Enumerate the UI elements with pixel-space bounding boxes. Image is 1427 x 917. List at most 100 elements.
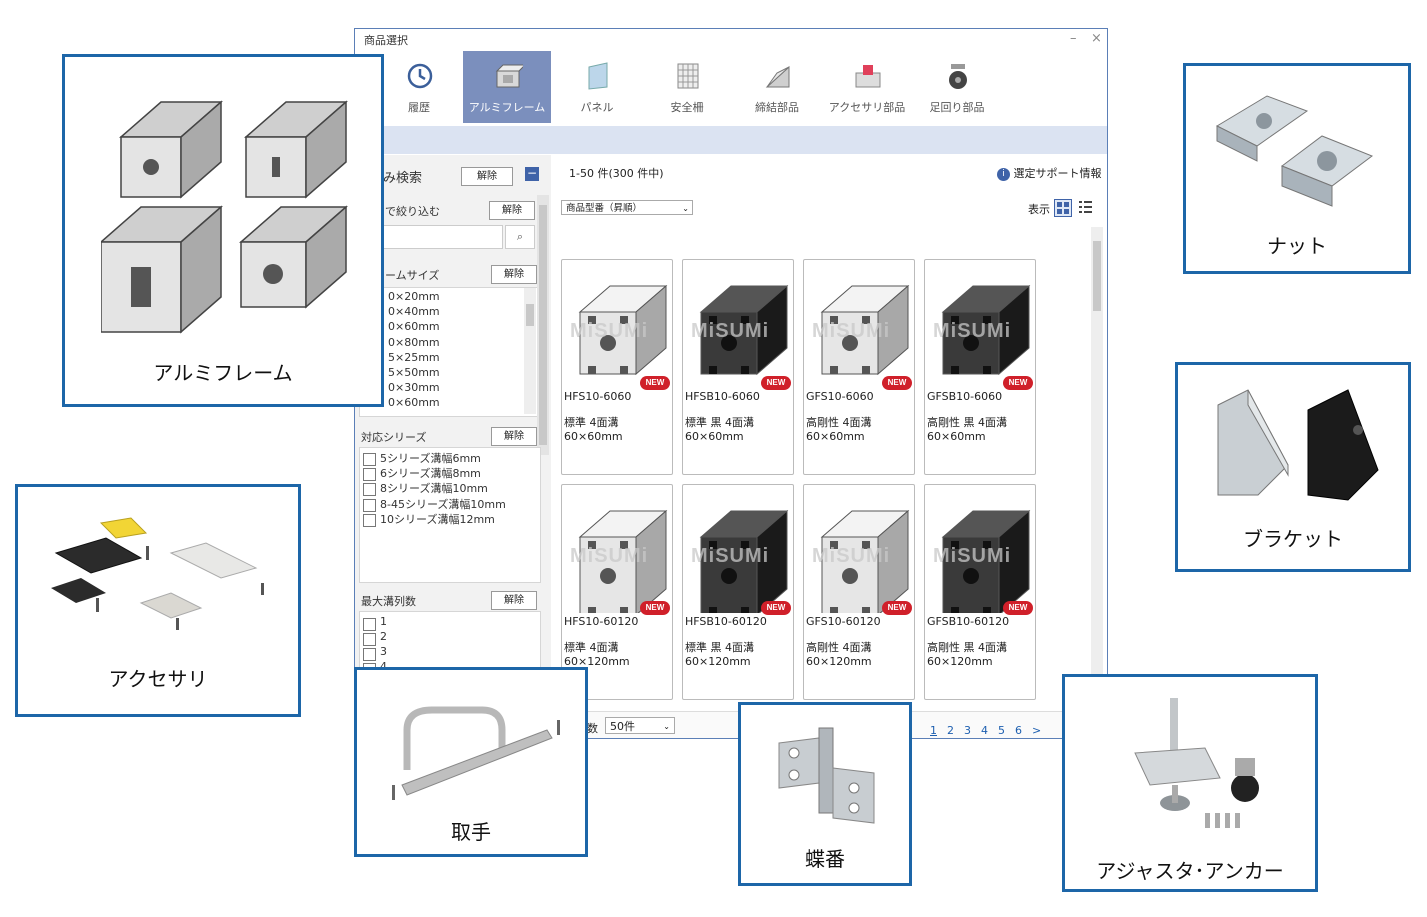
search-icon[interactable]: ⌕ xyxy=(505,225,535,249)
product-code: HFSB10-6060 xyxy=(685,390,760,403)
checkbox[interactable] xyxy=(363,483,376,496)
tab-panel[interactable]: パネル xyxy=(553,51,641,123)
adjuster-anchor-photo xyxy=(1134,698,1259,828)
list-item[interactable]: 2 xyxy=(380,630,387,643)
series-clear-button[interactable]: 解除 xyxy=(491,427,537,446)
list-item[interactable]: 0×40mm xyxy=(388,305,440,318)
frame-size-clear-button[interactable]: 解除 xyxy=(491,265,537,284)
list-item[interactable]: 1 xyxy=(380,615,387,628)
tab-label: 履歴 xyxy=(408,101,430,114)
checkbox[interactable] xyxy=(363,499,376,512)
list-item[interactable]: 0×80mm xyxy=(388,336,440,349)
tab-safety-fence[interactable]: 安全柵 xyxy=(643,51,731,123)
view-label: 表示 xyxy=(1028,203,1050,216)
scrollbar-thumb[interactable] xyxy=(1093,241,1101,311)
list-item[interactable]: 5×25mm xyxy=(388,351,440,364)
product-card[interactable]: MiSUMi NEW GFSB10-60120 高剛性 黒 4面溝 60×120mm xyxy=(924,484,1036,700)
product-code: GFSB10-6060 xyxy=(927,390,1003,403)
product-code: GFS10-60120 xyxy=(806,615,881,628)
product-card[interactable]: MiSUMi NEW HFS10-6060 標準 4面溝 60×60mm xyxy=(561,259,673,475)
list-item[interactable]: 3 xyxy=(380,645,387,658)
page-link-2[interactable]: 2 xyxy=(947,724,954,737)
checkbox[interactable] xyxy=(363,468,376,481)
product-code: GFS10-6060 xyxy=(806,390,874,403)
list-item[interactable]: 8-45シリーズ溝幅10mm xyxy=(380,496,506,512)
next-page-link[interactable]: > xyxy=(1032,724,1041,737)
tab-label: アルミフレーム xyxy=(468,101,546,114)
tab-history[interactable]: 履歴 xyxy=(375,51,463,123)
slot-count-title: 最大溝列数 xyxy=(361,595,416,608)
page-link-1[interactable]: 1 xyxy=(930,724,937,737)
tab-caster[interactable]: 足回り部品 xyxy=(913,51,1001,123)
tab-fastener[interactable]: 締結部品 xyxy=(733,51,821,123)
product-code: HFSB10-60120 xyxy=(685,615,767,628)
tab-aluminum-frame[interactable]: アルミフレーム xyxy=(463,51,551,123)
page-link-5[interactable]: 5 xyxy=(998,724,1005,737)
new-badge: NEW xyxy=(761,601,791,615)
panel-icon xyxy=(588,62,608,90)
list-item[interactable]: 10シリーズ溝幅12mm xyxy=(380,511,495,527)
list-item[interactable]: 0×30mm xyxy=(388,381,440,394)
tab-accessory[interactable]: アクセサリ部品 xyxy=(823,51,911,123)
checkbox[interactable] xyxy=(363,618,376,631)
slot-count-clear-button[interactable]: 解除 xyxy=(491,591,537,610)
new-badge: NEW xyxy=(761,376,791,390)
page-link-3[interactable]: 3 xyxy=(964,724,971,737)
minimize-button[interactable]: – xyxy=(1070,31,1077,46)
product-card[interactable]: MiSUMi NEW GFS10-6060 高剛性 4面溝 60×60mm xyxy=(803,259,915,475)
page-link-6[interactable]: 6 xyxy=(1015,724,1022,737)
scrollbar-thumb[interactable] xyxy=(539,205,547,445)
sidebar-scrollbar[interactable] xyxy=(537,195,549,455)
per-page-select[interactable]: 50件 ⌄ xyxy=(605,717,675,734)
chevron-down-icon: ⌄ xyxy=(663,722,670,731)
list-item[interactable]: 6シリーズ溝幅8mm xyxy=(380,465,481,481)
callout-adjuster-anchor: アジャスタ･アンカー xyxy=(1062,674,1318,892)
handle-photo xyxy=(392,706,560,800)
product-description: 高剛性 黒 4面溝 xyxy=(927,641,1007,654)
watermark: MiSUMi xyxy=(691,545,770,567)
close-button[interactable]: × xyxy=(1091,31,1102,46)
new-badge: NEW xyxy=(882,376,912,390)
tab-label: パネル xyxy=(580,101,614,114)
watermark: MiSUMi xyxy=(933,545,1012,567)
frame-size-scrollbar[interactable] xyxy=(524,288,536,414)
product-description: 高剛性 4面溝 xyxy=(806,641,872,654)
list-item[interactable]: 8シリーズ溝幅10mm xyxy=(380,480,488,496)
refine-clear-button[interactable]: 解除 xyxy=(461,167,513,186)
watermark: MiSUMi xyxy=(570,545,649,567)
list-item[interactable]: 5シリーズ溝幅6mm xyxy=(380,450,481,466)
collapse-icon[interactable]: − xyxy=(525,167,539,181)
list-view-icon[interactable] xyxy=(1077,199,1093,215)
series-title: 対応シリーズ xyxy=(361,431,427,444)
product-card[interactable]: MiSUMi NEW GFSB10-6060 高剛性 黒 4面溝 60×60mm xyxy=(924,259,1036,475)
callout-hinge: 蝶番 xyxy=(738,702,912,886)
list-item[interactable]: 5×50mm xyxy=(388,366,440,379)
checkbox[interactable] xyxy=(363,648,376,661)
page-link-4[interactable]: 4 xyxy=(981,724,988,737)
grid-view-icon[interactable] xyxy=(1054,199,1072,217)
tab-label: 安全柵 xyxy=(670,101,704,114)
support-link[interactable]: i 選定サポート情報 xyxy=(997,165,1102,181)
page-links: 1 2 3 4 5 6 > xyxy=(925,719,1046,738)
watermark: MiSUMi xyxy=(933,320,1012,342)
checkbox[interactable] xyxy=(363,633,376,646)
checkbox[interactable] xyxy=(363,514,376,527)
product-card[interactable]: MiSUMi NEW HFSB10-60120 標準 黒 4面溝 60×120mm xyxy=(682,484,794,700)
product-card[interactable]: MiSUMi NEW GFS10-60120 高剛性 4面溝 60×120mm xyxy=(803,484,915,700)
checkbox[interactable] xyxy=(363,453,376,466)
list-item[interactable]: 0×20mm xyxy=(388,290,440,303)
keyword-filter-title: で絞り込む xyxy=(385,205,440,218)
keyword-clear-button[interactable]: 解除 xyxy=(489,201,535,220)
list-item[interactable]: 0×60mm xyxy=(388,320,440,333)
list-item[interactable]: 0×60mm xyxy=(388,396,440,409)
product-card[interactable]: MiSUMi NEW HFSB10-6060 標準 黒 4面溝 60×60mm xyxy=(682,259,794,475)
product-description: 高剛性 黒 4面溝 xyxy=(927,416,1007,429)
product-size: 60×120mm xyxy=(685,655,751,668)
results-scrollbar[interactable] xyxy=(1091,227,1103,707)
fastener-icon xyxy=(765,65,790,88)
product-code: GFSB10-60120 xyxy=(927,615,1010,628)
callout-handle: 取手 xyxy=(354,667,588,857)
frame-size-list: 0×20mm 0×40mm 0×60mm 0×80mm 5×25mm 5×50m… xyxy=(359,287,541,417)
sort-select[interactable]: 商品型番（昇順） ⌄ xyxy=(561,200,693,215)
scrollbar-thumb[interactable] xyxy=(526,304,534,326)
